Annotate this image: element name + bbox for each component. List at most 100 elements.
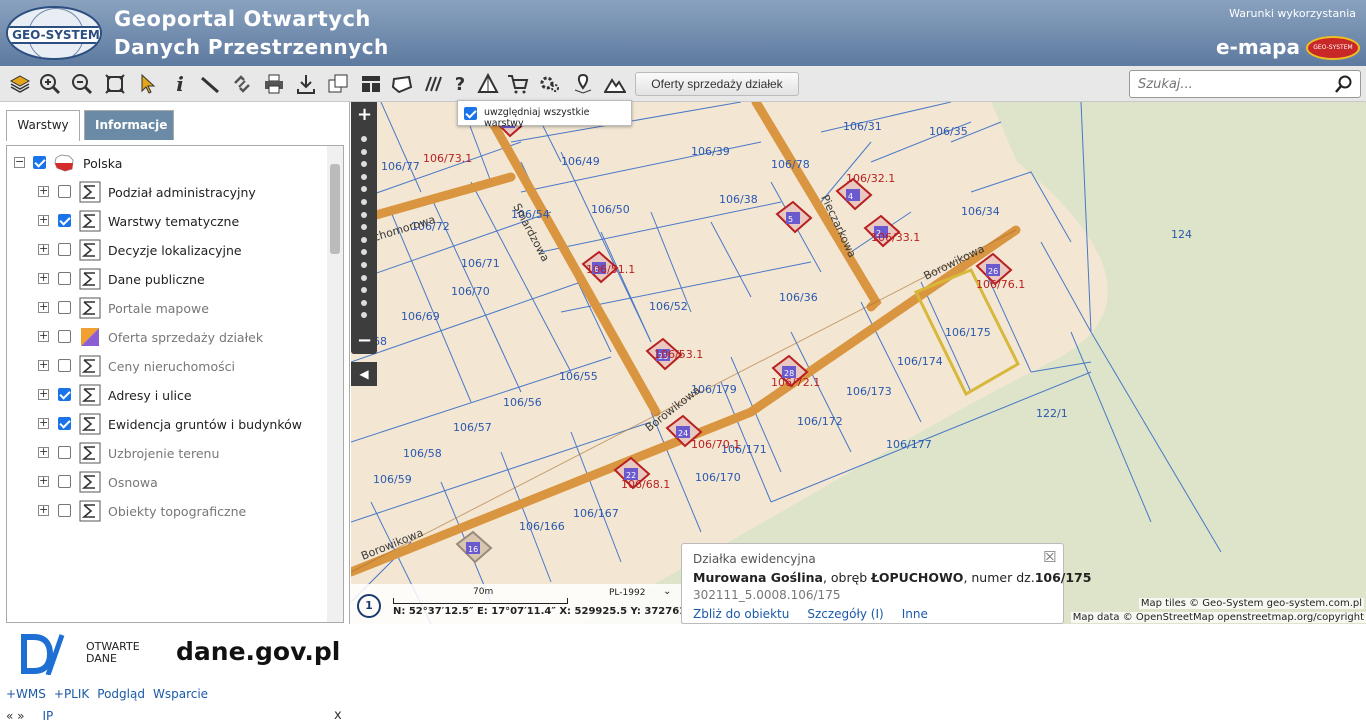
- zoom-level-dot[interactable]: [361, 173, 367, 180]
- parcel-label[interactable]: 106/177: [886, 438, 932, 451]
- parcel-label[interactable]: 106/55: [559, 370, 598, 383]
- layout-icon[interactable]: [359, 71, 383, 97]
- close-icon[interactable]: ☒: [1043, 548, 1056, 566]
- parcel-label[interactable]: 106/52: [649, 300, 688, 313]
- parcel-label[interactable]: 106/70: [451, 285, 490, 298]
- zoom-level-dot[interactable]: [361, 299, 367, 306]
- collapse-panel-button[interactable]: ◀: [351, 362, 377, 386]
- expand-toggle[interactable]: +: [38, 359, 49, 371]
- layer-checkbox[interactable]: [58, 388, 71, 401]
- layer-label[interactable]: Decyzje lokalizacyjne: [108, 243, 242, 258]
- location-icon[interactable]: [571, 71, 595, 97]
- expand-toggle[interactable]: +: [38, 214, 49, 226]
- parcel-label[interactable]: 106/77: [381, 160, 420, 173]
- shape-icon[interactable]: [390, 71, 414, 97]
- zoom-level-dot[interactable]: [361, 312, 367, 319]
- parcel-label[interactable]: 106/78: [771, 158, 810, 171]
- pointer-icon[interactable]: [136, 71, 160, 97]
- otwarte-dane-banner[interactable]: OTWARTE DANE dane.gov.pl: [6, 629, 344, 677]
- expand-toggle[interactable]: +: [38, 504, 49, 516]
- link-icon[interactable]: [230, 71, 254, 97]
- help-icon[interactable]: ?: [448, 71, 472, 97]
- layer-checkbox[interactable]: [58, 330, 71, 343]
- layer-checkbox[interactable]: [58, 504, 71, 517]
- parcel-label[interactable]: 106/31: [843, 120, 882, 133]
- zoom-level-dot[interactable]: [361, 148, 367, 155]
- layer-checkbox[interactable]: [58, 359, 71, 372]
- parcel-label[interactable]: 122/1: [1036, 407, 1068, 420]
- search-input[interactable]: [1138, 75, 1328, 93]
- parcel-label[interactable]: 106/51.1: [586, 263, 635, 276]
- expand-toggle[interactable]: +: [38, 301, 49, 313]
- parcel-label[interactable]: 124: [1171, 228, 1192, 241]
- layer-label[interactable]: Oferta sprzedaży działek: [108, 330, 263, 345]
- info-icon[interactable]: i: [168, 71, 192, 97]
- parcel-label[interactable]: 106/170: [695, 471, 741, 484]
- plik-link[interactable]: +PLIK: [54, 687, 89, 701]
- parcel-label[interactable]: 106/68.1: [621, 478, 670, 491]
- zoom-level-dot[interactable]: [361, 224, 367, 231]
- zoom-level-dot[interactable]: [361, 236, 367, 243]
- info-circle-button[interactable]: 1: [357, 594, 381, 618]
- layer-checkbox-polska[interactable]: [33, 156, 46, 169]
- zoom-level-dot[interactable]: [361, 249, 367, 256]
- details-link[interactable]: Szczegóły (I): [807, 607, 883, 621]
- zoom-extent-icon[interactable]: [103, 71, 127, 97]
- layer-checkbox[interactable]: [58, 475, 71, 488]
- zoom-level-dot[interactable]: [361, 274, 367, 281]
- parcel-label[interactable]: 106/69: [401, 310, 440, 323]
- layer-checkbox[interactable]: [58, 417, 71, 430]
- parcel-label[interactable]: 106/35: [929, 125, 968, 138]
- zoom-level-dot[interactable]: [361, 211, 367, 218]
- zoom-in-icon[interactable]: [38, 71, 62, 97]
- parcel-label[interactable]: 106/173: [846, 385, 892, 398]
- parcel-label[interactable]: 106/59: [373, 473, 412, 486]
- tab-informacje[interactable]: Informacje: [84, 110, 174, 140]
- parcel-label[interactable]: 106/32.1: [846, 172, 895, 185]
- layer-label[interactable]: Podział administracyjny: [108, 185, 256, 200]
- measure-icon[interactable]: [198, 71, 222, 97]
- layer-checkbox[interactable]: [58, 446, 71, 459]
- parcel-label[interactable]: 106/167: [573, 507, 619, 520]
- download-icon[interactable]: [294, 71, 318, 97]
- settings-icon[interactable]: [538, 71, 562, 97]
- layer-label[interactable]: Warstwy tematyczne: [108, 214, 239, 229]
- parcel-label[interactable]: 106/166: [519, 520, 565, 533]
- zoom-in-button[interactable]: +: [357, 104, 372, 125]
- parcel-label[interactable]: 106/71: [461, 257, 500, 270]
- layer-label[interactable]: Adresy i ulice: [108, 388, 192, 403]
- parcel-label[interactable]: 106/70.1: [691, 438, 740, 451]
- layer-checkbox[interactable]: [58, 185, 71, 198]
- expand-toggle[interactable]: +: [38, 185, 49, 197]
- parcel-label[interactable]: 106/175: [945, 326, 991, 339]
- parcel-label[interactable]: 106/49: [561, 155, 600, 168]
- chevron-down-icon[interactable]: ⌄: [663, 586, 671, 597]
- layer-label[interactable]: Ewidencja gruntów i budynków: [108, 417, 302, 432]
- parcel-label[interactable]: 106/172: [797, 415, 843, 428]
- expand-toggle[interactable]: +: [38, 272, 49, 284]
- scrollbar-thumb[interactable]: [330, 164, 340, 254]
- layer-label[interactable]: Portale mapowe: [108, 301, 209, 316]
- parcel-label[interactable]: 106/174: [897, 355, 943, 368]
- parcel-label[interactable]: 106/53.1: [654, 348, 703, 361]
- layer-checkbox[interactable]: [58, 214, 71, 227]
- search-icon[interactable]: [1334, 74, 1354, 94]
- collapse-toggle[interactable]: −: [14, 156, 25, 168]
- parcel-label[interactable]: 106/36: [779, 291, 818, 304]
- expand-toggle[interactable]: +: [38, 243, 49, 255]
- zoom-out-button[interactable]: −: [357, 330, 372, 351]
- crs-select[interactable]: PL-1992: [609, 588, 645, 598]
- expand-toggle[interactable]: +: [38, 388, 49, 400]
- zoom-to-object-link[interactable]: Zbliż do obiektu: [693, 607, 789, 621]
- parcel-label[interactable]: 106/73.1: [423, 152, 472, 165]
- zoom-level-dot[interactable]: [361, 161, 367, 168]
- offers-button[interactable]: Oferty sprzedaży działek: [635, 72, 799, 96]
- wms-link[interactable]: +WMS: [6, 687, 46, 701]
- layer-label[interactable]: Dane publiczne: [108, 272, 205, 287]
- layer-label[interactable]: Osnowa: [108, 475, 158, 490]
- layer-label[interactable]: Obiekty topograficzne: [108, 504, 246, 519]
- other-link[interactable]: Inne: [902, 607, 928, 621]
- parcel-label[interactable]: 106/76.1: [976, 278, 1025, 291]
- parcel-label[interactable]: 106/72.1: [771, 376, 820, 389]
- all-layers-option[interactable]: uwzględniaj wszystkie warstwy: [457, 100, 632, 129]
